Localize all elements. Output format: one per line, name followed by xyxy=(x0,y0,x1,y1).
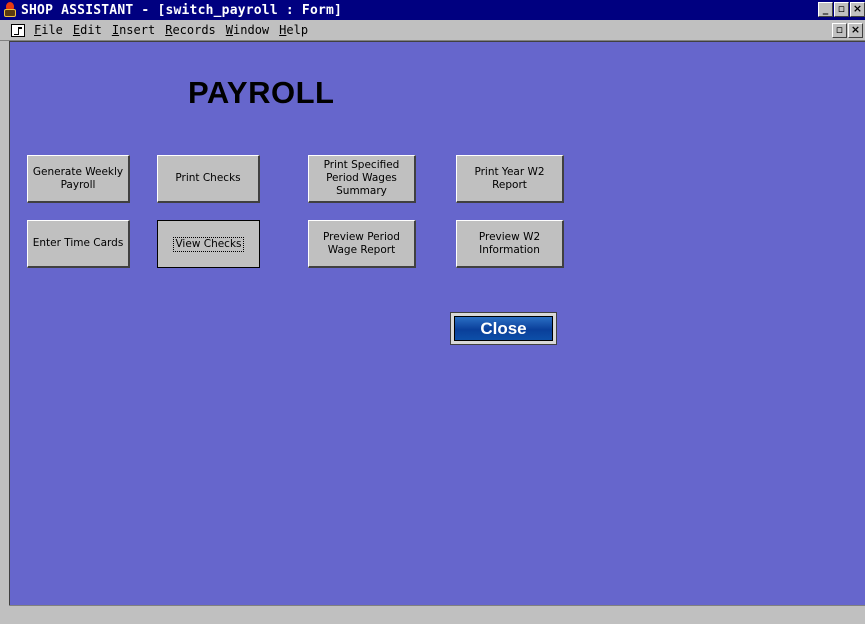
page-title: PAYROLL xyxy=(188,75,335,110)
menu-bar: File Edit Insert Records Window Help ▫ × xyxy=(0,20,865,41)
menu-window[interactable]: Window xyxy=(221,23,274,37)
view-checks-button[interactable]: View Checks xyxy=(157,220,260,268)
window-controls: _ ▫ × xyxy=(818,2,865,17)
close-button-label: Close xyxy=(454,316,553,341)
close-document-button[interactable]: × xyxy=(848,23,863,38)
close-window-button[interactable]: × xyxy=(850,2,865,17)
enter-time-cards-button[interactable]: Enter Time Cards xyxy=(27,220,130,268)
window-title: SHOP ASSISTANT - [switch_payroll : Form] xyxy=(21,2,343,18)
menu-edit[interactable]: Edit xyxy=(68,23,107,37)
restore-document-button[interactable]: ▫ xyxy=(832,23,847,38)
document-controls: ▫ × xyxy=(832,23,863,38)
title-bar[interactable]: SHOP ASSISTANT - [switch_payroll : Form]… xyxy=(0,0,865,20)
maximize-button[interactable]: ▫ xyxy=(834,2,849,17)
menu-insert[interactable]: Insert xyxy=(107,23,160,37)
print-period-wages-summary-button[interactable]: Print Specified Period Wages Summary xyxy=(308,155,416,203)
payroll-form: PAYROLL Generate Weekly Payroll Print Ch… xyxy=(9,41,865,605)
print-year-w2-report-button[interactable]: Print Year W2 Report xyxy=(456,155,564,203)
close-button[interactable]: Close xyxy=(450,312,557,345)
form-icon[interactable] xyxy=(11,23,25,37)
minimize-button[interactable]: _ xyxy=(818,2,833,17)
menu-records[interactable]: Records xyxy=(160,23,221,37)
preview-w2-information-button[interactable]: Preview W2 Information xyxy=(456,220,564,268)
preview-period-wage-report-button[interactable]: Preview Period Wage Report xyxy=(308,220,416,268)
status-bar xyxy=(9,605,865,624)
menu-file[interactable]: File xyxy=(29,23,68,37)
generate-weekly-payroll-button[interactable]: Generate Weekly Payroll xyxy=(27,155,130,203)
print-checks-button[interactable]: Print Checks xyxy=(157,155,260,203)
menu-help[interactable]: Help xyxy=(274,23,313,37)
shop-assistant-icon[interactable] xyxy=(2,2,18,18)
app-window: SHOP ASSISTANT - [switch_payroll : Form]… xyxy=(0,0,865,624)
